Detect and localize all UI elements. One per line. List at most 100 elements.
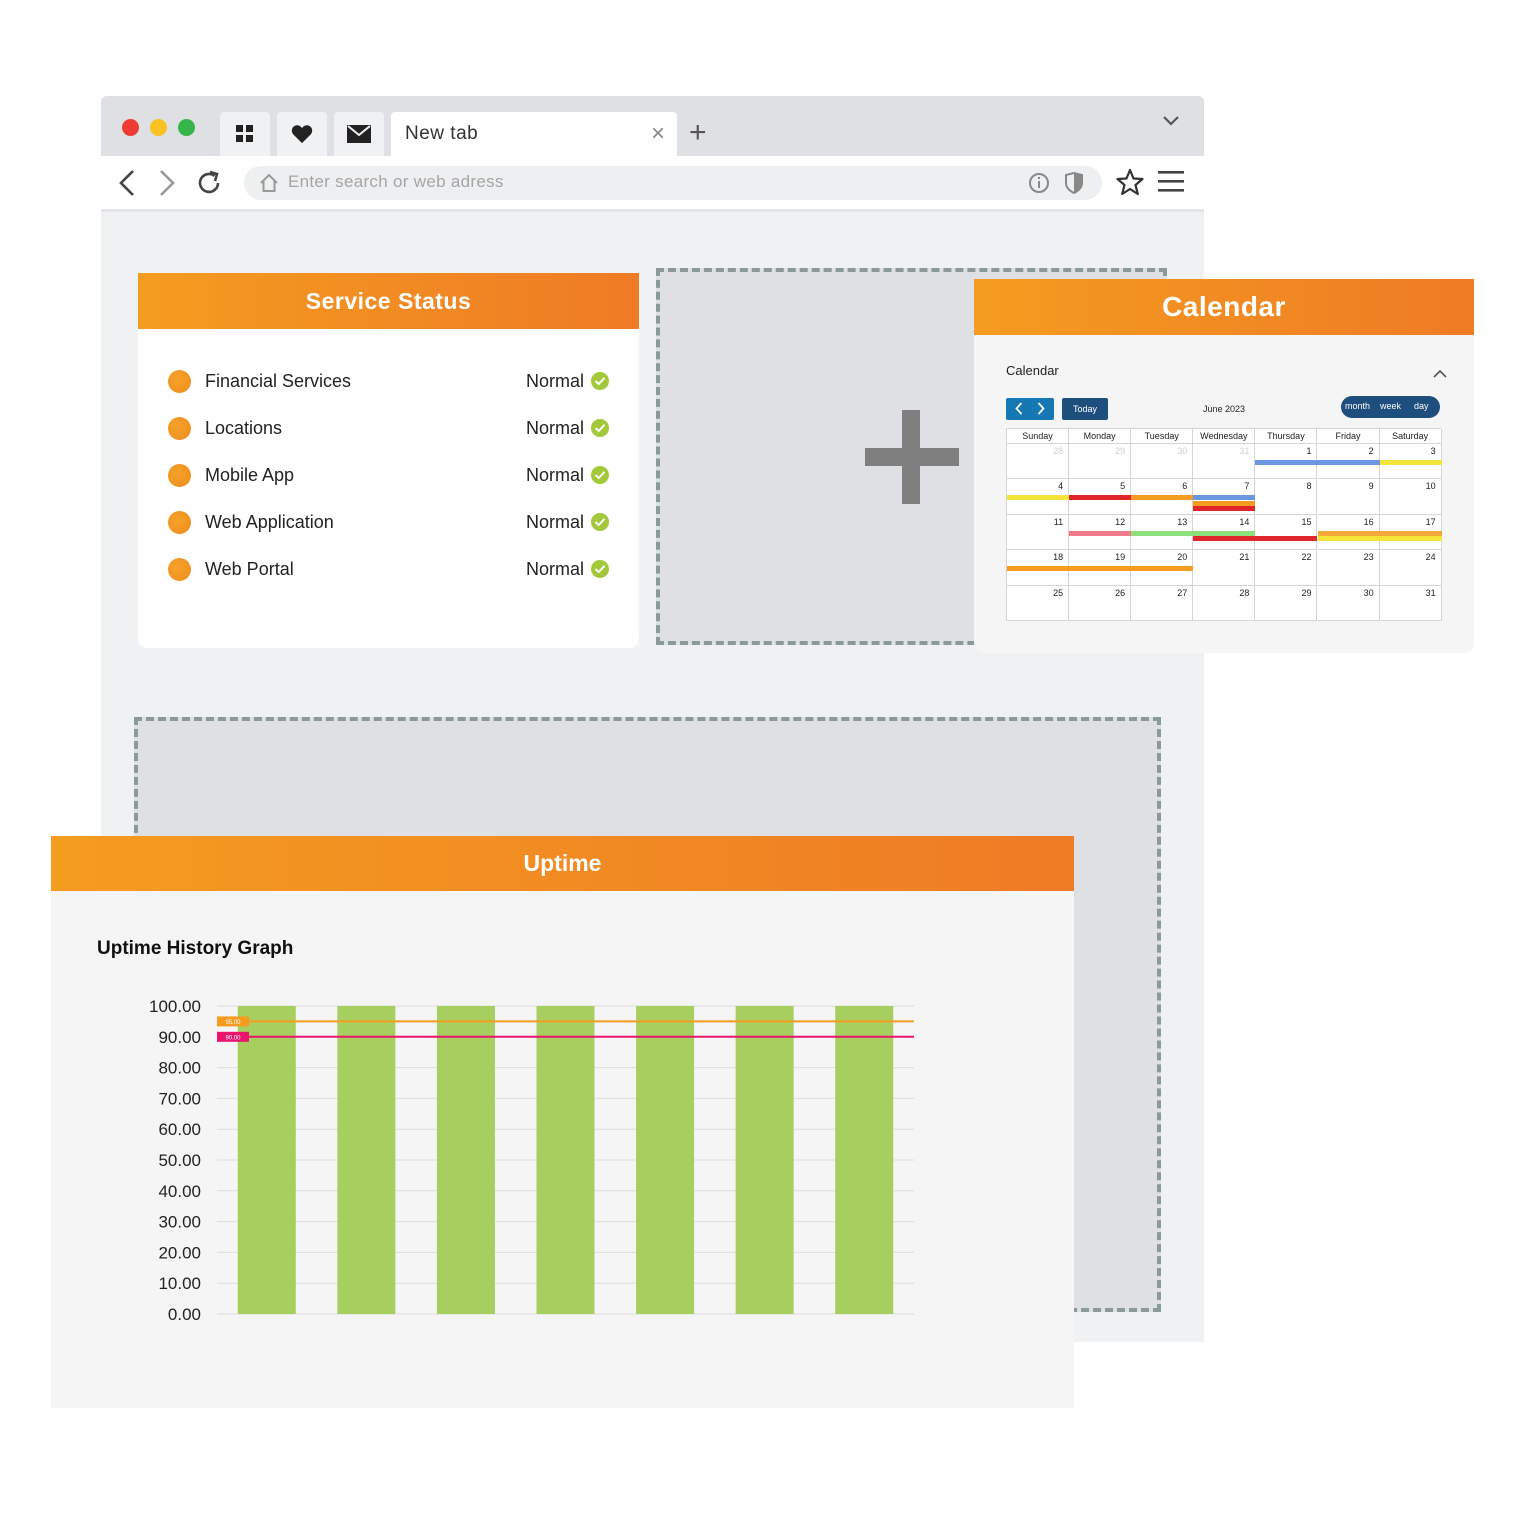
close-window-button[interactable] [122, 119, 139, 136]
calendar-day-cell[interactable]: 30 [1317, 585, 1380, 621]
close-tab-icon[interactable]: × [651, 120, 665, 148]
y-tick-label: 50.00 [158, 1151, 201, 1170]
next-month-icon[interactable] [1037, 402, 1045, 420]
calendar-event-bar[interactable] [1069, 530, 1132, 536]
service-status-value: Normal [526, 465, 585, 485]
calendar-day-number: 9 [1368, 481, 1374, 492]
url-input[interactable] [288, 172, 988, 192]
threshold-label: 90.00 [225, 1035, 241, 1041]
calendar-day-number: 20 [1177, 552, 1188, 563]
calendar-day-cell[interactable]: 26 [1069, 585, 1132, 621]
pinned-tab-mail[interactable] [334, 112, 384, 156]
calendar-month-label: June 2023 [1202, 404, 1246, 414]
calendar-day-name: Monday [1083, 431, 1116, 441]
calendar-day-cell[interactable]: 28 [1193, 585, 1256, 621]
info-icon[interactable] [1028, 172, 1050, 199]
service-status-title: Service Status [138, 273, 639, 329]
pinned-tab-favorites[interactable] [277, 112, 327, 156]
calendar-day-number: 29 [1301, 587, 1312, 598]
calendar-day-cell[interactable]: 25 [1007, 585, 1070, 621]
prev-month-icon[interactable] [1015, 402, 1023, 420]
calendar-event-bar[interactable] [1131, 530, 1256, 536]
uptime-card: Uptime Uptime History Graph 100.00 90.00 8… [51, 836, 1074, 1408]
uptime-bar [337, 1006, 396, 1314]
forward-button[interactable] [157, 169, 177, 202]
calendar-day-cell[interactable]: 8 [1255, 479, 1318, 515]
calendar-day-cell[interactable]: 22 [1255, 550, 1318, 586]
calendar-day-cell[interactable]: 30 [1131, 444, 1194, 480]
reload-button[interactable] [195, 169, 223, 202]
minimize-window-button[interactable] [150, 119, 167, 136]
calendar-day-number: 31 [1239, 446, 1250, 456]
calendar-event-bar[interactable] [1379, 460, 1442, 465]
tab-list-chevron-icon[interactable] [1162, 114, 1180, 132]
add-widget-icon-bar[interactable] [865, 448, 959, 466]
navigation-bar [101, 156, 1204, 212]
calendar-day-cell[interactable]: 29 [1255, 585, 1318, 621]
calendar-event-bar[interactable] [1255, 460, 1380, 465]
service-status-row: Web Portal Normal [138, 555, 639, 585]
bookmark-star-icon[interactable] [1116, 168, 1144, 201]
service-name: Financial Services [205, 371, 352, 391]
new-tab-button[interactable]: + [689, 116, 707, 150]
mail-icon [347, 125, 371, 143]
calendar-day-cell[interactable]: 10 [1379, 479, 1442, 515]
calendar-day-number: 16 [1363, 516, 1374, 527]
calendar-day-name: Thursday [1267, 431, 1305, 441]
uptime-bar [436, 1006, 495, 1314]
calendar-day-cell[interactable]: 21 [1193, 550, 1256, 586]
y-tick-label: 80.00 [158, 1059, 201, 1078]
calendar-event-bar[interactable] [1317, 536, 1442, 542]
calendar-day-cell[interactable]: 31 [1379, 585, 1442, 621]
status-dot-icon [168, 464, 191, 487]
calendar-event-bar[interactable] [1007, 566, 1194, 572]
service-name: Web Application [205, 512, 334, 532]
calendar-event-bar[interactable] [1007, 495, 1070, 501]
address-bar[interactable] [244, 166, 1102, 200]
calendar-event-bar[interactable] [1131, 495, 1194, 501]
service-status-row: Locations Normal [138, 414, 639, 444]
check-icon [591, 372, 609, 390]
calendar-event-bar[interactable] [1069, 495, 1132, 501]
tab-bar: New tab × + [101, 96, 1204, 156]
home-icon[interactable] [258, 172, 280, 199]
calendar-day-cell[interactable]: 15 [1255, 514, 1318, 551]
calendar-day-cell[interactable]: 29 [1069, 444, 1132, 480]
calendar-day-cell[interactable]: 23 [1317, 550, 1380, 586]
calendar-event-bar[interactable] [1193, 506, 1256, 512]
calendar-day-cell[interactable]: 24 [1379, 550, 1442, 586]
calendar-event-bar[interactable] [1193, 495, 1256, 501]
service-name: Locations [205, 418, 283, 438]
calendar-event-bar[interactable] [1317, 530, 1442, 536]
calendar-day-cell[interactable]: 31 [1193, 444, 1256, 480]
calendar-day-name: Tuesday [1144, 431, 1179, 441]
back-button[interactable] [117, 169, 137, 202]
calendar-event-bar[interactable] [1193, 500, 1256, 506]
view-week-button[interactable]: week [1380, 401, 1401, 411]
today-button[interactable]: Today [1062, 398, 1108, 420]
tab-new-tab[interactable]: New tab × [391, 112, 677, 156]
y-tick-label: 100.00 [149, 997, 201, 1016]
calendar-day-cell[interactable]: 11 [1007, 514, 1070, 551]
calendar-day-cell[interactable]: 27 [1131, 585, 1194, 621]
pinned-tab-apps[interactable] [220, 112, 270, 156]
service-status-card: Service Status Financial Services Normal L… [138, 273, 639, 648]
calendar-event-bar[interactable] [1193, 536, 1318, 542]
view-month-button[interactable]: month [1345, 401, 1370, 411]
calendar-day-number: 18 [1053, 552, 1064, 563]
shield-icon[interactable] [1064, 171, 1084, 199]
calendar-day-header: Monday [1069, 429, 1132, 444]
calendar-day-header: Sunday [1007, 429, 1070, 444]
calendar-card-title: Calendar [974, 279, 1474, 335]
service-status-value: Normal [526, 512, 585, 532]
calendar-day-cell[interactable]: 9 [1317, 479, 1380, 515]
calendar-day-number: 26 [1115, 587, 1126, 598]
menu-hamburger-icon[interactable] [1157, 169, 1185, 198]
collapse-chevron-icon[interactable] [1433, 365, 1447, 383]
uptime-bar [237, 1006, 296, 1314]
calendar-day-cell[interactable]: 28 [1007, 444, 1070, 480]
maximize-window-button[interactable] [178, 119, 195, 136]
calendar-day-header: Thursday [1255, 429, 1318, 444]
y-tick-label: 40.00 [158, 1182, 201, 1201]
view-day-button[interactable]: day [1414, 401, 1429, 411]
